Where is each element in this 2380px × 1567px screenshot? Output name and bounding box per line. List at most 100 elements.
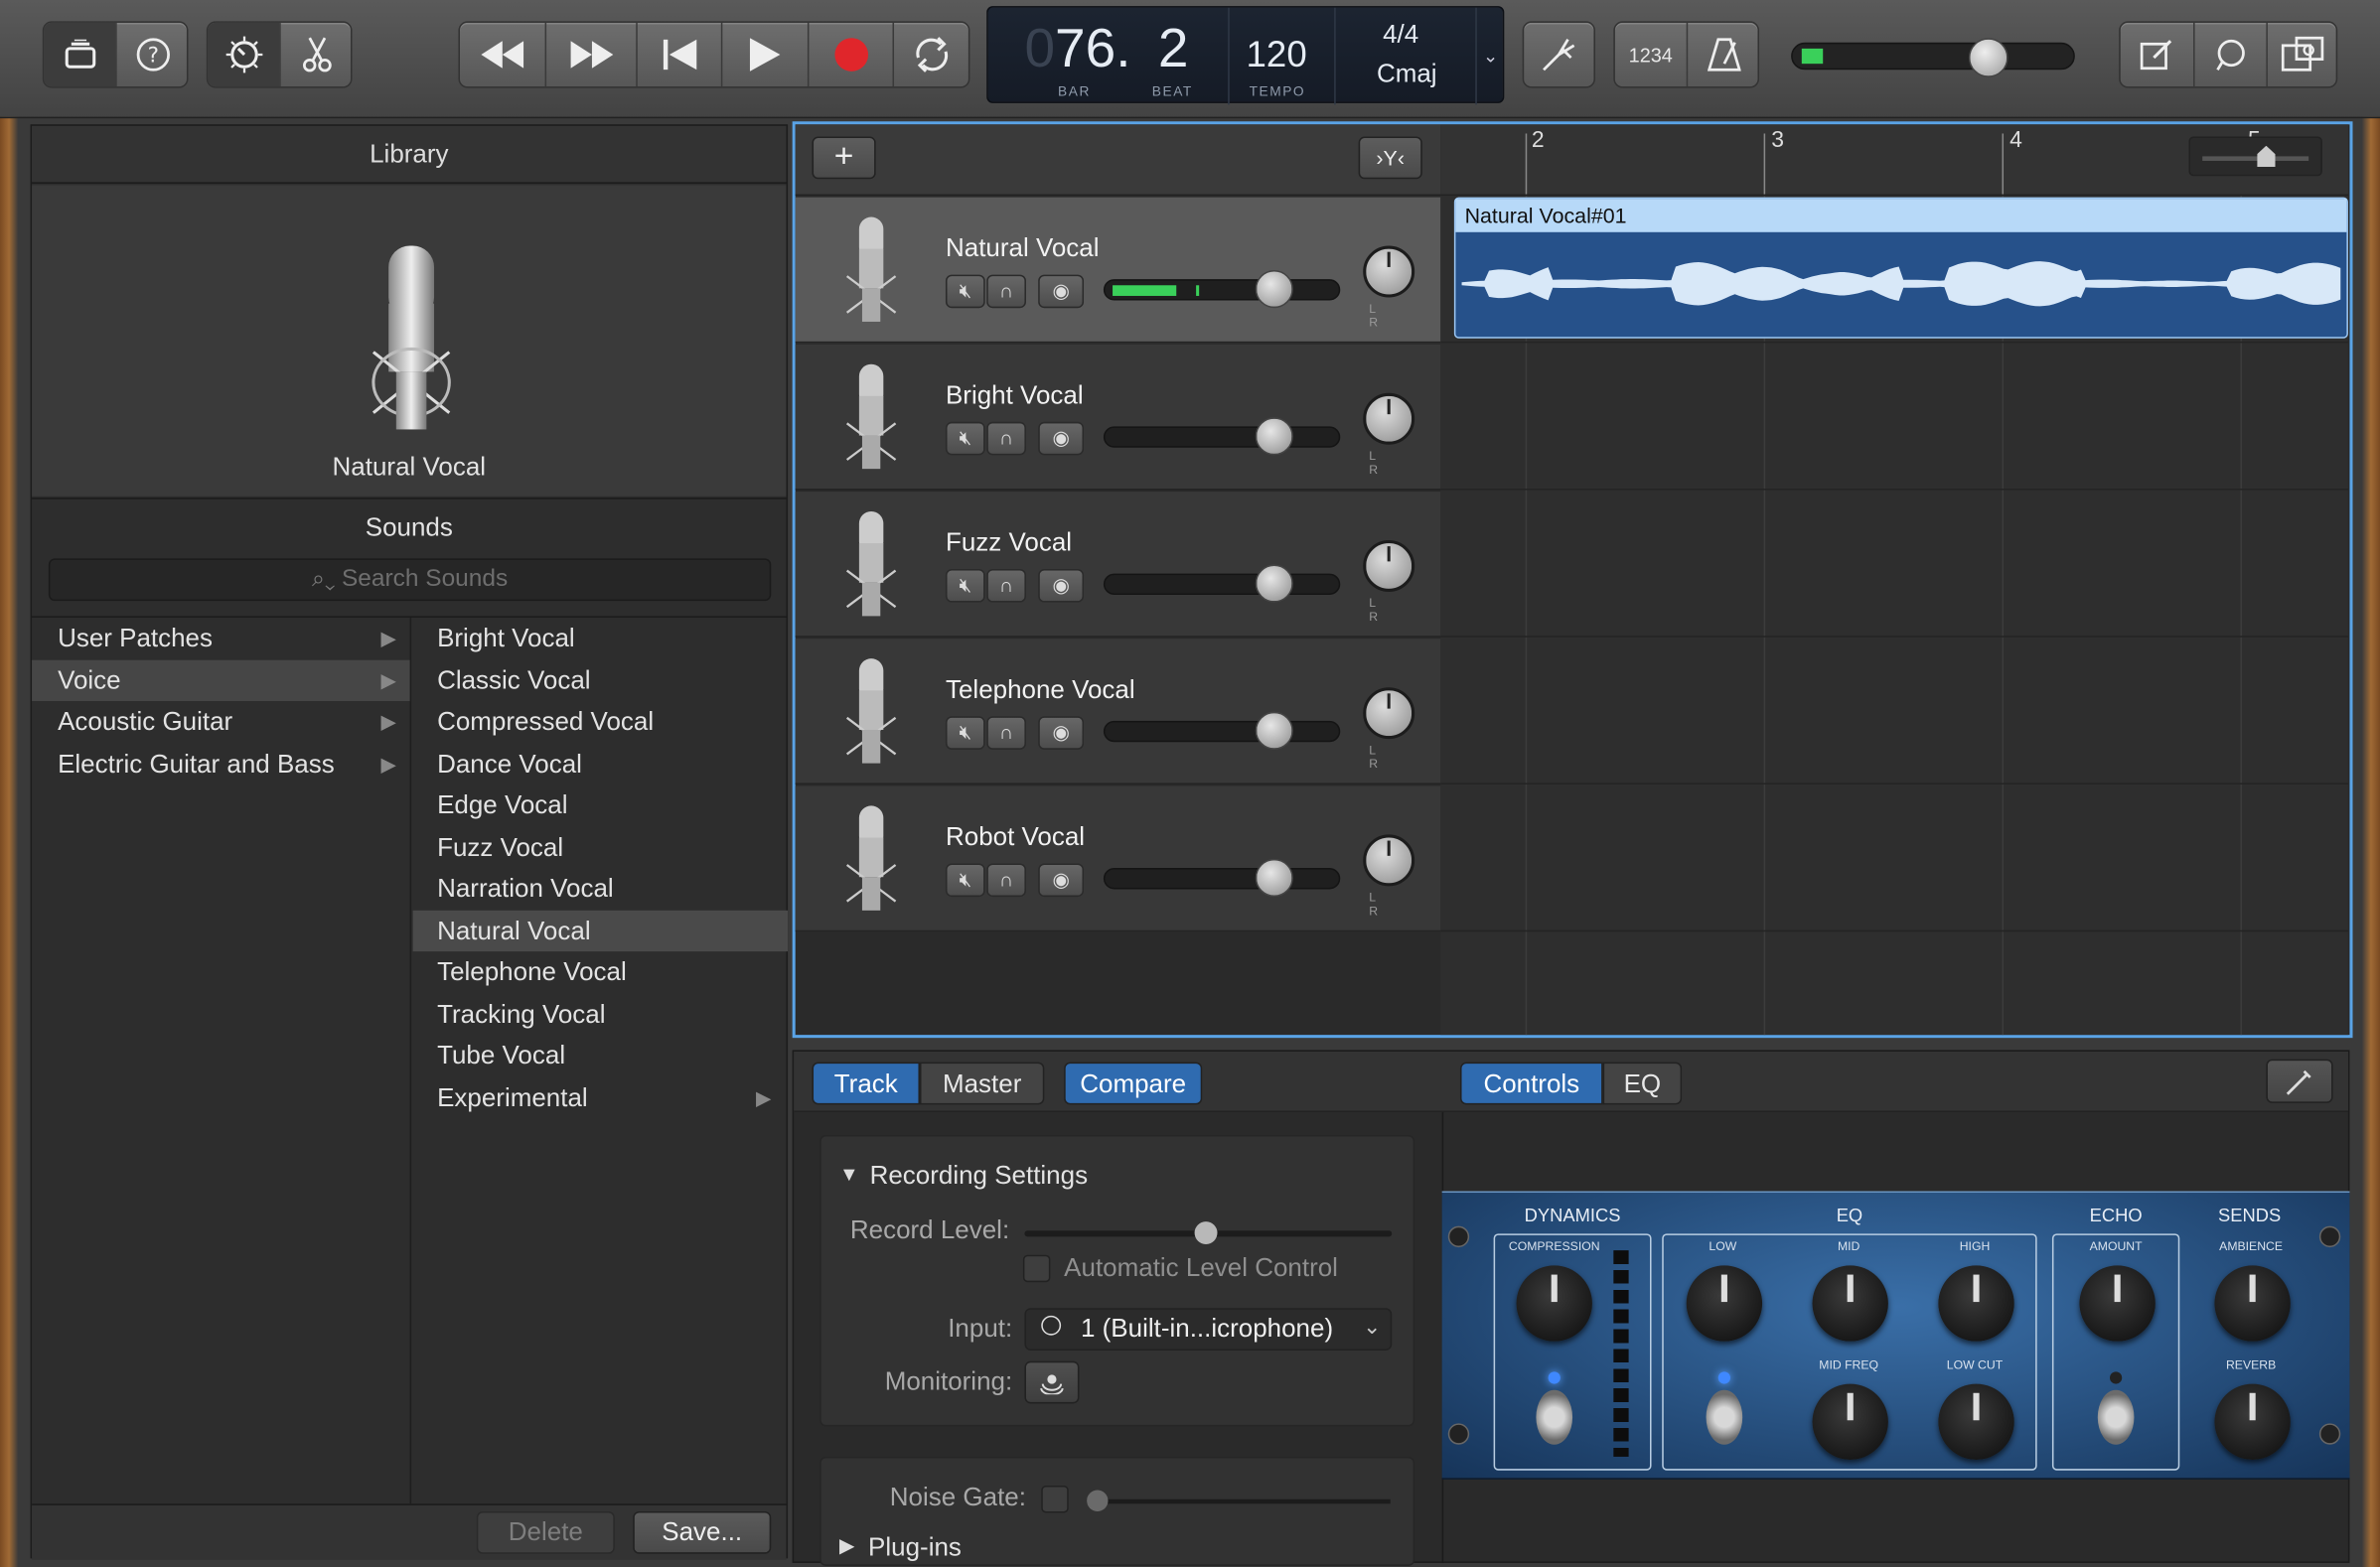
compression-knob[interactable] [1516,1265,1592,1342]
track-header[interactable]: Bright Vocal 🔇︎ ∩ ◉ L R [795,344,1441,491]
record-enable-button[interactable]: ◉ [1038,863,1085,898]
play-button[interactable] [720,22,808,87]
volume-fader[interactable] [1103,868,1341,890]
high-eq-knob[interactable] [1938,1265,2014,1342]
delete-button[interactable]: Delete [476,1510,615,1554]
disclosure-triangle-icon[interactable]: ▶ [839,1534,854,1558]
sound-item[interactable]: Experimental [413,1076,788,1117]
loop-browser-button[interactable] [2193,22,2266,87]
volume-fader[interactable] [1103,279,1341,301]
disclosure-triangle-icon[interactable]: ▼ [839,1162,859,1185]
category-item[interactable]: Voice ▶ [32,658,410,701]
tuner-button[interactable] [1522,21,1595,88]
track-lanes[interactable]: Natural Vocal#01 [1440,196,2348,1036]
category-item[interactable]: Acoustic Guitar ▶ [32,701,409,742]
pan-knob[interactable] [1363,539,1415,592]
tab-master[interactable]: Master [920,1062,1045,1105]
plugins-title[interactable]: Plug-ins [868,1532,962,1563]
volume-fader[interactable] [1103,573,1341,595]
editors-button[interactable] [279,22,352,87]
search-sounds-field[interactable]: ⌕⌄ Search Sounds [48,558,772,602]
save-button[interactable]: Save... [633,1510,772,1554]
auto-level-checkbox[interactable] [1022,1254,1051,1283]
pan-knob[interactable] [1363,687,1415,740]
volume-knob[interactable] [1255,858,1293,898]
solo-button[interactable]: ∩ [986,421,1026,456]
help-button[interactable]: ? [115,22,188,87]
track-header[interactable]: Natural Vocal 🔇︎ ∩ ◉ L R [795,197,1441,344]
sound-item[interactable]: Bright Vocal [413,618,788,658]
zoom-slider[interactable] [2188,136,2322,177]
solo-button[interactable]: ∩ [986,274,1026,309]
mid-freq-knob[interactable] [1812,1383,1888,1460]
mute-button[interactable]: 🔇︎ [945,716,985,750]
echo-amount-knob[interactable] [2079,1265,2156,1342]
mute-button[interactable]: 🔇︎ [945,274,985,309]
track-header[interactable]: Telephone Vocal 🔇︎ ∩ ◉ L R [795,639,1441,785]
notepad-button[interactable] [2121,23,2193,86]
sound-item[interactable]: Tracking Vocal [413,993,788,1034]
count-in-button[interactable]: 1234 [1615,23,1687,86]
noise-gate-knob[interactable] [1087,1490,1109,1511]
solo-button[interactable]: ∩ [986,863,1026,898]
record-enable-button[interactable]: ◉ [1038,716,1085,750]
compression-toggle[interactable] [1536,1389,1573,1445]
track-header[interactable]: Fuzz Vocal 🔇︎ ∩ ◉ L R [795,492,1441,638]
mute-button[interactable]: 🔇︎ [945,569,985,603]
smart-controls-button[interactable] [208,22,280,87]
recording-settings-title[interactable]: Recording Settings [870,1161,1088,1192]
record-enable-button[interactable]: ◉ [1038,274,1085,309]
zoom-knob[interactable] [2257,145,2276,168]
sound-item[interactable]: Telephone Vocal [413,951,788,992]
tab-track[interactable]: Track [812,1062,921,1105]
plugin-edit-button[interactable] [2266,1059,2333,1103]
volume-knob[interactable] [1255,417,1293,456]
master-volume-slider[interactable] [1791,38,2075,77]
noise-gate-slider[interactable] [1087,1490,1391,1511]
tab-controls[interactable]: Controls [1459,1062,1603,1105]
audio-region[interactable]: Natural Vocal#01 [1453,197,2348,339]
record-button[interactable] [807,22,893,87]
track-header[interactable]: Robot Vocal 🔇︎ ∩ ◉ L R [795,785,1441,932]
add-track-button[interactable]: + [812,136,876,180]
cycle-button[interactable] [892,22,969,87]
sound-item[interactable]: Natural Vocal [412,910,789,951]
category-item[interactable]: User Patches ▶ [32,618,409,658]
noise-gate-checkbox[interactable] [1041,1485,1069,1513]
pan-knob[interactable] [1363,392,1415,445]
metronome-button[interactable] [1686,22,1759,87]
pan-knob[interactable] [1363,834,1415,887]
low-eq-knob[interactable] [1686,1265,1763,1342]
eq-toggle[interactable] [1706,1389,1743,1445]
monitoring-button[interactable] [1024,1360,1080,1404]
solo-button[interactable]: ∩ [986,569,1026,603]
smart-tempo-filter-button[interactable]: ›Y‹ [1358,136,1422,180]
volume-fader[interactable] [1103,426,1341,448]
low-cut-knob[interactable] [1938,1383,2014,1460]
category-item[interactable]: Electric Guitar and Bass ▶ [32,743,409,784]
sound-item[interactable]: Tube Vocal [413,1035,788,1075]
echo-toggle[interactable] [2097,1389,2135,1445]
mute-button[interactable]: 🔇︎ [945,863,985,898]
volume-knob[interactable] [1255,711,1293,750]
record-enable-button[interactable]: ◉ [1038,569,1085,603]
timeline-ruler[interactable]: 2 3 4 5 [1440,124,2348,197]
mute-button[interactable]: 🔇︎ [945,421,985,456]
volume-fader[interactable] [1103,720,1341,743]
lcd-display[interactable]: 076. 2 BAR BEAT 120 TEMPO 4/4 Cmaj ⌄ [986,6,1505,105]
compare-button[interactable]: Compare [1064,1062,1203,1105]
lcd-menu-button[interactable]: ⌄ [1475,7,1504,105]
record-level-slider[interactable] [1024,1221,1393,1245]
solo-button[interactable]: ∩ [986,716,1026,750]
sound-item[interactable]: Edge Vocal [413,784,788,825]
record-level-knob[interactable] [1194,1221,1218,1245]
ambience-knob[interactable] [2214,1265,2291,1342]
pan-knob[interactable] [1363,245,1415,298]
library-button[interactable] [44,22,116,87]
fast-forward-button[interactable] [544,22,637,87]
volume-knob[interactable] [1255,269,1293,309]
sound-item[interactable]: Classic Vocal [413,659,788,700]
sound-item[interactable]: Narration Vocal [413,868,788,909]
sound-item[interactable]: Fuzz Vocal [413,826,788,867]
reverb-knob[interactable] [2214,1383,2291,1460]
